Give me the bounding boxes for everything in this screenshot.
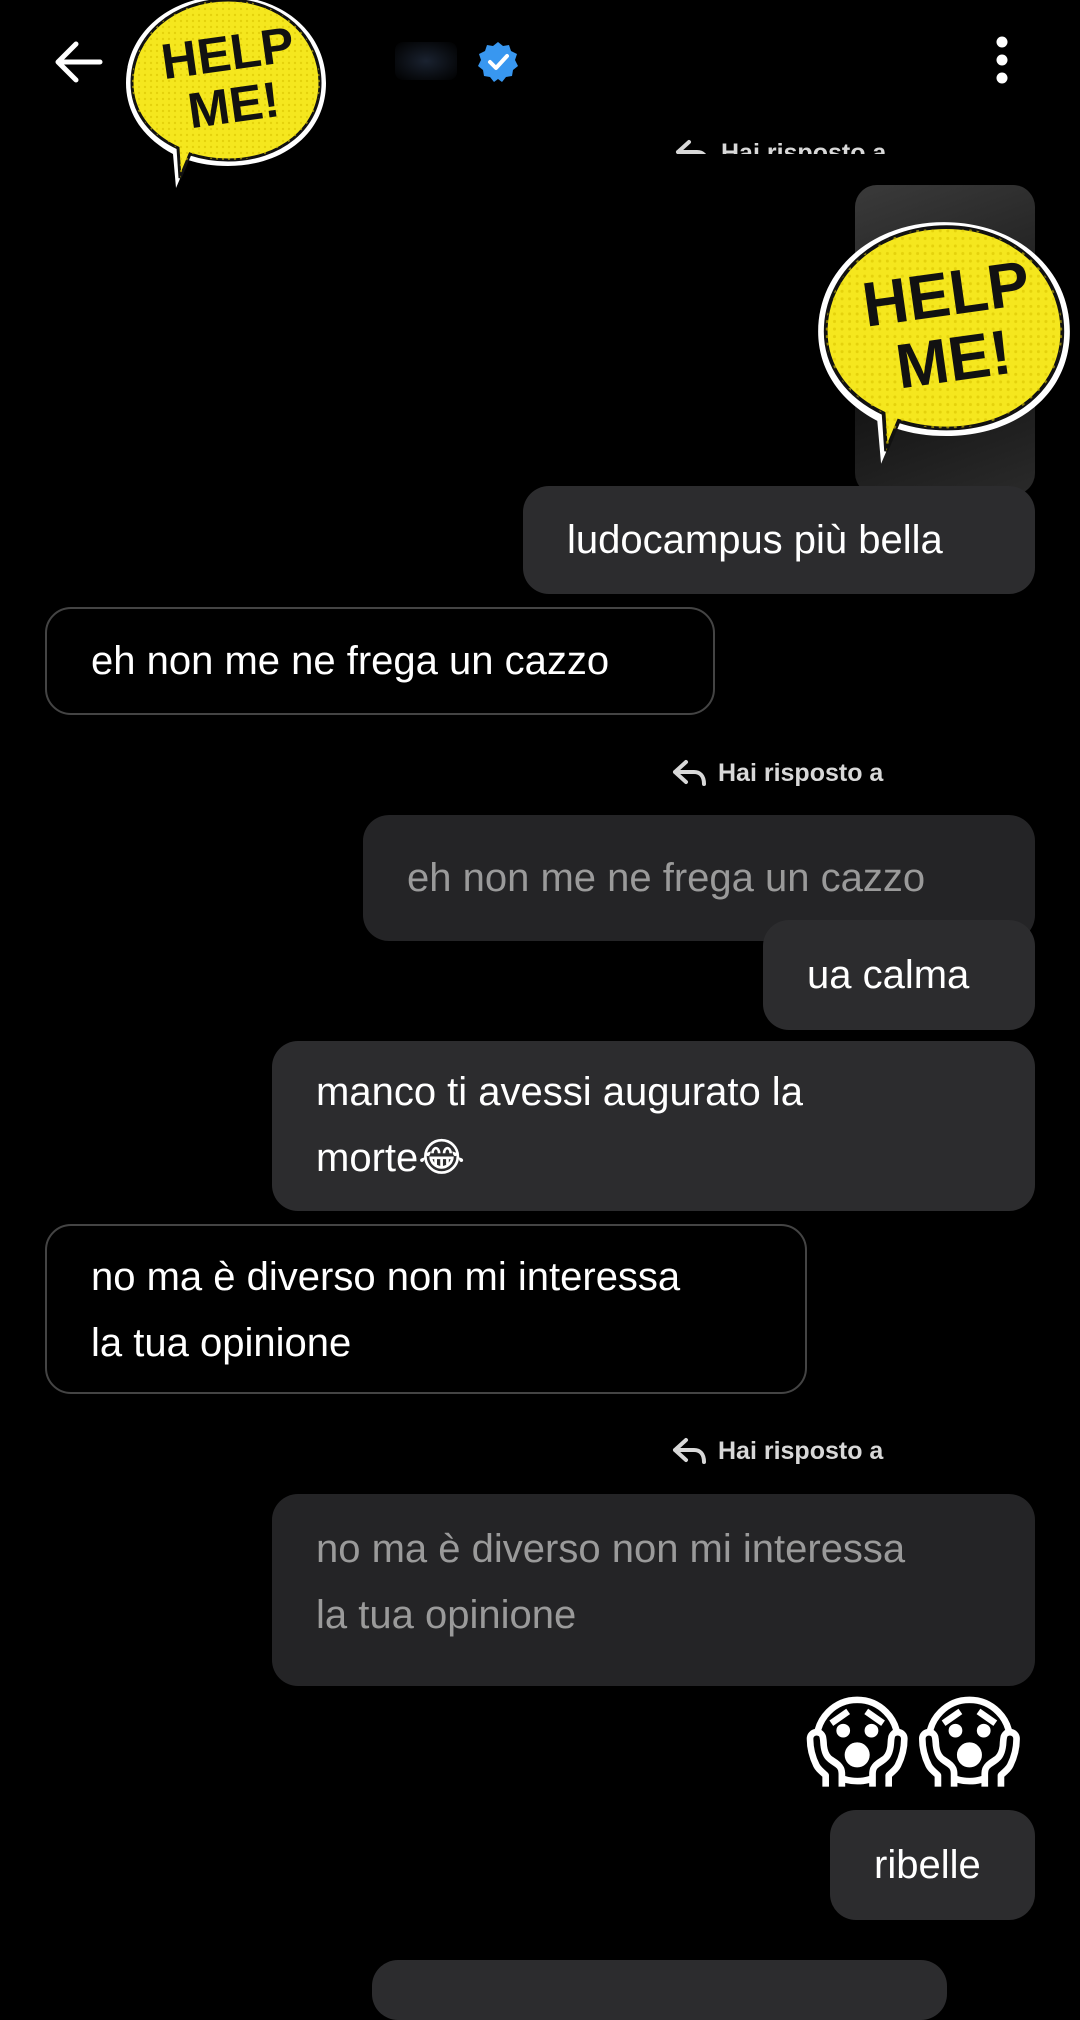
reply-arrow-icon: [673, 1438, 706, 1464]
reply-arrow-icon: [676, 140, 706, 154]
message-bubble-incoming[interactable]: eh non me ne frega un cazzo: [45, 607, 715, 715]
message-text-line: morte😂: [316, 1136, 465, 1180]
reply-arrow-icon: [673, 760, 706, 786]
message-text: eh non me ne frega un cazzo: [91, 639, 610, 683]
message-bubble-outgoing-partial[interactable]: [372, 1960, 947, 2020]
arrow-left-icon[interactable]: [50, 34, 106, 90]
message-text-line: la tua opinione: [91, 1321, 352, 1365]
verified-badge-icon: [478, 42, 518, 82]
help-me-sticker: HELP ME!: [818, 222, 1070, 464]
quoted-text-line: la tua opinione: [316, 1593, 577, 1637]
contact-name-redacted[interactable]: [395, 42, 457, 80]
message-bubble-outgoing[interactable]: manco ti avessi augurato la morte😂: [272, 1041, 1035, 1211]
message-bubble-outgoing[interactable]: ribelle: [830, 1810, 1035, 1920]
screaming-emoji: 😱: [805, 1687, 910, 1799]
quoted-text-line: no ma è diverso non mi interessa: [316, 1527, 906, 1571]
message-text-line: no ma è diverso non mi interessa: [91, 1255, 681, 1299]
message-text: ua calma: [807, 953, 970, 997]
message-text: ribelle: [874, 1843, 981, 1887]
message-text-line: manco ti avessi augurato la: [316, 1070, 803, 1114]
message-text: ludocampus più bella: [567, 518, 943, 562]
emoji-message[interactable]: 😱 😱: [805, 1688, 1022, 1798]
quoted-text: eh non me ne frega un cazzo: [407, 856, 926, 900]
reply-notice: Hai risposto a: [675, 128, 886, 154]
message-bubble-outgoing[interactable]: ludocampus più bella: [523, 486, 1035, 594]
quoted-message[interactable]: no ma è diverso non mi interessa la tua …: [272, 1494, 1035, 1686]
reply-notice: Hai risposto a: [672, 758, 883, 788]
message-bubble-incoming[interactable]: no ma è diverso non mi interessa la tua …: [45, 1224, 807, 1394]
help-me-sticker: HELP ME!: [126, 0, 326, 188]
laughing-emoji: 😂: [418, 1136, 465, 1180]
reply-notice: Hai risposto a: [672, 1436, 883, 1466]
screaming-emoji: 😱: [917, 1687, 1022, 1799]
more-vertical-icon[interactable]: [980, 30, 1024, 90]
message-bubble-outgoing[interactable]: ua calma: [763, 920, 1035, 1030]
